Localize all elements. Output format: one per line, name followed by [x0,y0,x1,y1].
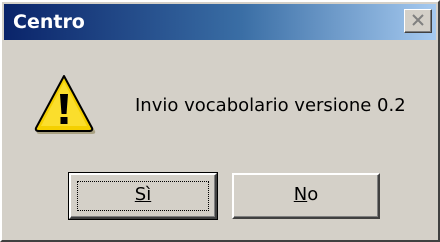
title-bar[interactable]: Centro [4,4,436,40]
close-button[interactable] [404,9,432,33]
dialog-message: Invio vocabolario versione 0.2 [135,95,406,116]
yes-button[interactable]: Sì [68,172,218,220]
warning-icon [34,75,96,134]
no-button[interactable]: No [232,173,380,219]
no-button-label: No [293,184,319,205]
yes-button-label: Sì [134,184,152,205]
dialog-window: Centro Invio vocabolario versione 0.2 Sì… [0,0,440,242]
close-icon [412,14,424,26]
window-title: Centro [13,11,85,33]
